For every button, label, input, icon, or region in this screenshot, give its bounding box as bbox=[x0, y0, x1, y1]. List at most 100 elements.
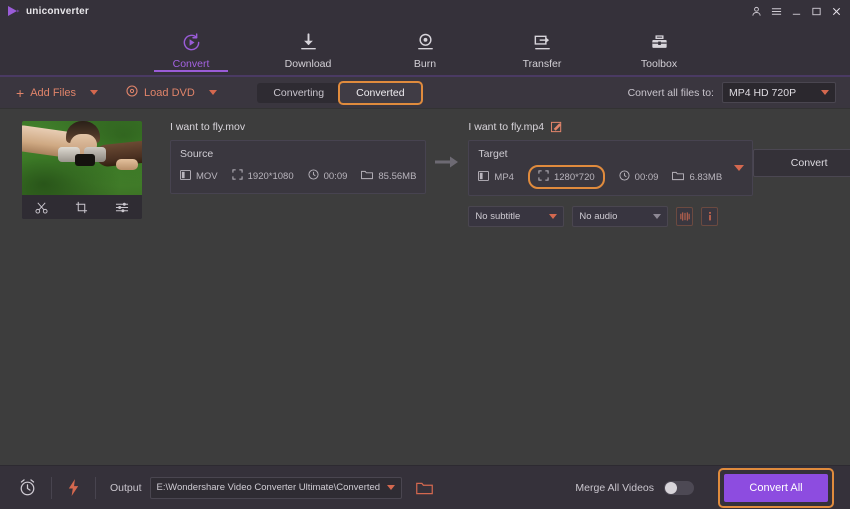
target-resolution[interactable]: 1280*720 bbox=[527, 165, 605, 189]
close-icon[interactable] bbox=[830, 5, 842, 17]
target-card-label: Target bbox=[478, 148, 508, 160]
merge-all-videos-label: Merge All Videos bbox=[575, 481, 654, 494]
load-dvd-label: Load DVD bbox=[144, 86, 195, 99]
video-thumbnail[interactable] bbox=[22, 121, 142, 195]
source-resolution-text: 1920*1080 bbox=[247, 170, 294, 182]
folder-icon bbox=[361, 167, 374, 185]
target-size-text: 6.83MB bbox=[689, 171, 723, 183]
footer-divider bbox=[95, 476, 96, 499]
target-file-name: I want to fly.mp4 bbox=[468, 121, 545, 133]
crop-icon[interactable] bbox=[75, 201, 88, 214]
target-expand-caret[interactable] bbox=[734, 165, 745, 171]
tab-converting[interactable]: Converting bbox=[257, 83, 340, 103]
minimize-icon[interactable] bbox=[790, 5, 802, 17]
resize-icon bbox=[538, 168, 549, 186]
play-logo-icon bbox=[6, 4, 20, 18]
source-duration-text: 00:09 bbox=[323, 170, 348, 182]
target-track-options: No subtitle No audio bbox=[468, 206, 753, 227]
alarm-clock-icon[interactable] bbox=[18, 478, 37, 497]
audio-select[interactable]: No audio bbox=[572, 206, 669, 227]
add-files-button[interactable]: + Add Files bbox=[14, 84, 78, 102]
output-label: Output bbox=[110, 481, 142, 494]
nav-label-toolbox: Toolbox bbox=[640, 57, 678, 70]
subtitle-select[interactable]: No subtitle bbox=[468, 206, 565, 227]
nav-item-burn[interactable]: Burn bbox=[388, 30, 462, 70]
app-title: uniconverter bbox=[26, 5, 89, 17]
lightning-bolt-icon[interactable] bbox=[66, 478, 81, 497]
source-file-name: I want to fly.mov bbox=[170, 121, 246, 133]
source-size: 85.56MB bbox=[361, 167, 416, 185]
chevron-down-icon bbox=[549, 214, 558, 219]
title-bar: uniconverter bbox=[0, 0, 850, 22]
load-dvd-dropdown-caret[interactable] bbox=[208, 90, 217, 95]
chevron-down-icon bbox=[653, 214, 662, 219]
convert-all-highlight: Convert All bbox=[718, 467, 834, 508]
convert-all-to-group: Convert all files to: MP4 HD 720P bbox=[628, 82, 836, 103]
effects-icon[interactable] bbox=[115, 201, 129, 214]
trim-icon[interactable] bbox=[35, 201, 48, 214]
target-card: Target MP4 1280*720 00:09 6.83MB bbox=[468, 140, 754, 196]
subtitle-select-value: No subtitle bbox=[475, 211, 521, 222]
merge-all-videos-group: Merge All Videos Convert All bbox=[575, 467, 836, 508]
conversion-arrow bbox=[426, 121, 468, 169]
convert-icon bbox=[181, 32, 202, 54]
clock-icon bbox=[308, 167, 319, 185]
toolbox-icon bbox=[649, 32, 670, 54]
active-tab-underline bbox=[154, 69, 228, 72]
resize-icon bbox=[232, 167, 243, 185]
file-row: I want to fly.mov Source MOV 1920*1080 0… bbox=[0, 109, 850, 227]
main-nav: Convert Download Burn Transfer Toolbox bbox=[154, 30, 696, 72]
add-files-label: Add Files bbox=[30, 86, 77, 99]
nav-label-download: Download bbox=[284, 57, 332, 70]
source-duration: 00:09 bbox=[308, 167, 348, 185]
add-files-dropdown-caret[interactable] bbox=[90, 90, 99, 95]
transfer-icon bbox=[532, 32, 553, 54]
footer-divider bbox=[51, 476, 52, 499]
disc-icon bbox=[126, 85, 138, 100]
burn-icon bbox=[415, 32, 436, 54]
nav-label-convert: Convert bbox=[172, 57, 210, 70]
brand: uniconverter bbox=[6, 4, 89, 18]
target-file-name-row: I want to fly.mp4 bbox=[468, 121, 753, 133]
thumbnail-tools bbox=[22, 195, 142, 219]
source-size-text: 85.56MB bbox=[378, 170, 417, 182]
nav-item-download[interactable]: Download bbox=[271, 30, 345, 70]
convert-button[interactable]: Convert bbox=[753, 149, 850, 177]
media-info-button[interactable] bbox=[701, 207, 719, 226]
thumbnail-panel bbox=[22, 121, 142, 219]
merge-all-videos-toggle[interactable] bbox=[664, 480, 694, 495]
target-format-text: MP4 bbox=[494, 171, 514, 183]
convert-all-button[interactable]: Convert All bbox=[724, 473, 828, 502]
window-controls bbox=[750, 5, 844, 17]
audio-waveform-button[interactable] bbox=[676, 207, 694, 226]
edit-icon[interactable] bbox=[551, 121, 563, 133]
target-block: I want to fly.mp4 Target MP4 1280*720 00… bbox=[468, 121, 754, 227]
source-metrics: MOV 1920*1080 00:09 85.56MB bbox=[180, 167, 416, 185]
audio-select-value: No audio bbox=[579, 211, 618, 222]
nav-item-transfer[interactable]: Transfer bbox=[505, 30, 579, 70]
source-block: I want to fly.mov Source MOV 1920*1080 0… bbox=[142, 121, 427, 194]
output-path-input[interactable]: E:\Wondershare Video Converter Ultimate\… bbox=[149, 476, 402, 499]
nav-item-toolbox[interactable]: Toolbox bbox=[622, 30, 696, 70]
film-icon bbox=[180, 167, 191, 185]
maximize-icon[interactable] bbox=[810, 5, 822, 17]
queue-tabs: Converting Converted bbox=[257, 82, 421, 103]
open-folder-icon[interactable] bbox=[415, 481, 433, 495]
source-card: Source MOV 1920*1080 00:09 85.56MB bbox=[170, 140, 427, 194]
load-dvd-button[interactable]: Load DVD bbox=[124, 83, 197, 102]
source-card-label: Source bbox=[180, 148, 214, 160]
format-select[interactable]: MP4 HD 720P bbox=[721, 82, 836, 103]
target-metrics: MP4 1280*720 00:09 6.83MB bbox=[478, 165, 723, 189]
chevron-down-icon bbox=[386, 485, 395, 490]
target-resolution-text: 1280*720 bbox=[553, 171, 595, 183]
file-list: I want to fly.mov Source MOV 1920*1080 0… bbox=[0, 109, 850, 465]
account-icon[interactable] bbox=[750, 5, 762, 17]
plus-icon: + bbox=[16, 84, 25, 101]
action-toolbar: + Add Files Load DVD Converting Converte… bbox=[0, 77, 850, 109]
uniconverter-window: uniconverter Convert Download Burn Trans… bbox=[0, 0, 850, 509]
output-path-value: E:\Wondershare Video Converter Ultimate\… bbox=[156, 482, 381, 493]
folder-icon bbox=[672, 168, 685, 186]
tab-converted[interactable]: Converted bbox=[340, 82, 421, 103]
nav-item-convert[interactable]: Convert bbox=[154, 30, 228, 72]
hamburger-menu-icon[interactable] bbox=[770, 5, 782, 17]
